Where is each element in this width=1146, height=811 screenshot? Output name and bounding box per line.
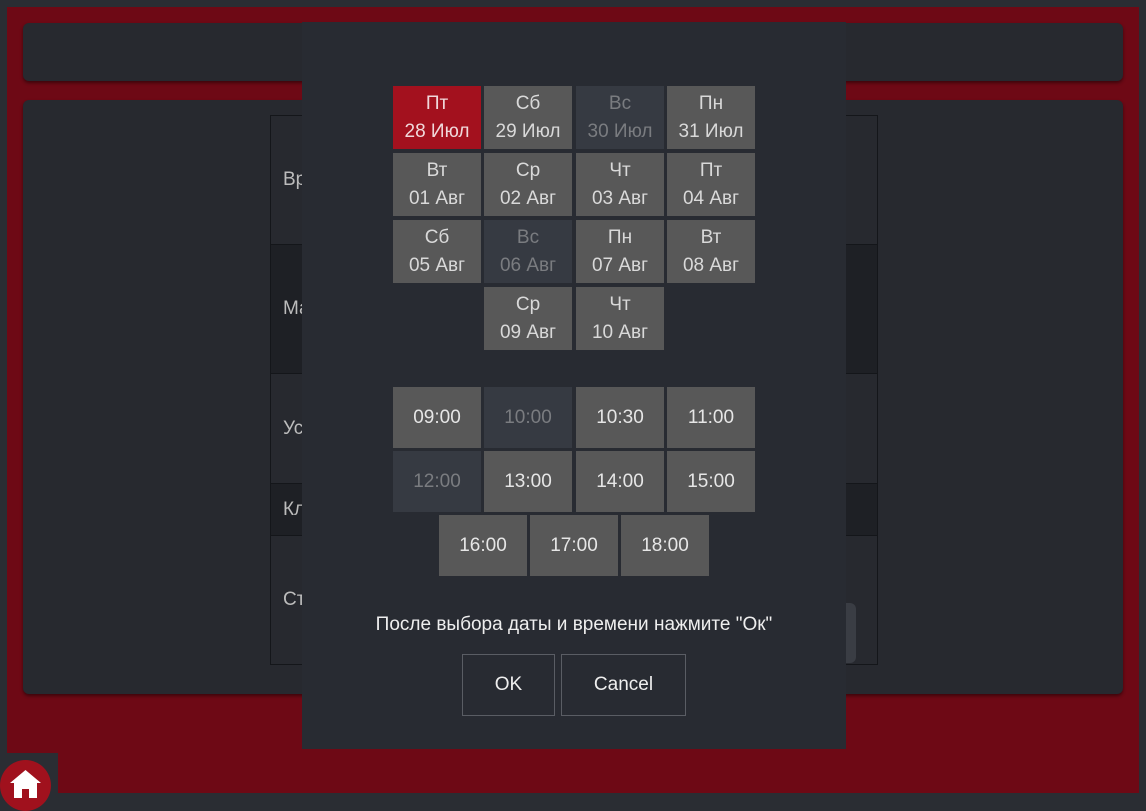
instruction-text: После выбора даты и времени нажмите "Ок" [375, 614, 773, 635]
date-cell-date: 28 Июл [404, 120, 470, 142]
date-cell[interactable]: Сб 29 Июл [484, 86, 572, 149]
datetime-picker-modal: Пт 28 Июл Сб 29 Июл Вс 30 Июл Пн 31 Июл … [302, 22, 846, 749]
date-cell[interactable]: Вс 30 Июл [576, 86, 664, 149]
date-cell-date: 29 Июл [495, 120, 561, 142]
date-cell-date: 06 Авг [499, 254, 557, 276]
time-slot[interactable]: 10:30 [576, 387, 664, 448]
date-cell-date: 05 Авг [408, 254, 466, 276]
time-slot[interactable]: 18:00 [621, 515, 709, 576]
ok-button[interactable]: OK [462, 654, 555, 716]
time-slot[interactable]: 13:00 [484, 451, 572, 512]
time-slot[interactable]: 17:00 [530, 515, 618, 576]
time-slot[interactable]: 09:00 [393, 387, 481, 448]
date-cell-date: 02 Авг [499, 187, 557, 209]
date-cell-day: Сб [424, 226, 450, 248]
date-cell[interactable]: Пн 31 Июл [667, 86, 755, 149]
date-cell[interactable]: Сб 05 Авг [393, 220, 481, 283]
date-cell-day: Вс [516, 226, 540, 248]
date-cell-date: 07 Авг [591, 254, 649, 276]
date-cell[interactable]: Пт 28 Июл [393, 86, 481, 149]
date-cell-day: Сб [515, 92, 541, 114]
time-slot[interactable]: 10:00 [484, 387, 572, 448]
home-icon [10, 770, 41, 798]
date-cell[interactable]: Чт 03 Авг [576, 153, 664, 216]
date-cell-day: Чт [609, 293, 631, 315]
date-cell-date: 10 Авг [591, 321, 649, 343]
date-cell-date: 31 Июл [678, 120, 744, 142]
date-cell-day: Пт [699, 159, 723, 181]
date-cell-day: Вс [608, 92, 632, 114]
time-slot[interactable]: 11:00 [667, 387, 755, 448]
date-cell[interactable]: Пт 04 Авг [667, 153, 755, 216]
date-cell-day: Вт [426, 159, 448, 181]
date-cell[interactable]: Чт 10 Авг [576, 287, 664, 350]
home-button[interactable] [0, 760, 51, 811]
date-cell-day: Вт [700, 226, 722, 248]
date-cell-day: Ср [515, 293, 541, 315]
date-cell[interactable]: Пн 07 Авг [576, 220, 664, 283]
time-slot[interactable]: 12:00 [393, 451, 481, 512]
time-slot[interactable]: 16:00 [439, 515, 527, 576]
time-slot[interactable]: 14:00 [576, 451, 664, 512]
date-cell-day: Чт [609, 159, 631, 181]
date-cell[interactable]: Вс 06 Авг [484, 220, 572, 283]
date-cell[interactable]: Ср 09 Авг [484, 287, 572, 350]
date-cell-date: 30 Июл [587, 120, 653, 142]
cancel-button[interactable]: Cancel [561, 654, 686, 716]
date-grid: Пт 28 Июл Сб 29 Июл Вс 30 Июл Пн 31 Июл … [393, 86, 757, 352]
time-slot[interactable]: 15:00 [667, 451, 755, 512]
date-cell-date: 03 Авг [591, 187, 649, 209]
form-row-label: Ус [283, 417, 304, 439]
date-cell-day: Пт [425, 92, 449, 114]
date-cell-date: 04 Авг [682, 187, 740, 209]
date-cell[interactable]: Вт 01 Авг [393, 153, 481, 216]
date-cell-date: 01 Авг [408, 187, 466, 209]
date-cell-day: Пн [607, 226, 633, 248]
date-cell[interactable]: Вт 08 Авг [667, 220, 755, 283]
date-cell-day: Ср [515, 159, 541, 181]
date-cell-date: 08 Авг [682, 254, 740, 276]
date-cell-day: Пн [698, 92, 724, 114]
date-cell-date: 09 Авг [499, 321, 557, 343]
date-cell[interactable]: Ср 02 Авг [484, 153, 572, 216]
